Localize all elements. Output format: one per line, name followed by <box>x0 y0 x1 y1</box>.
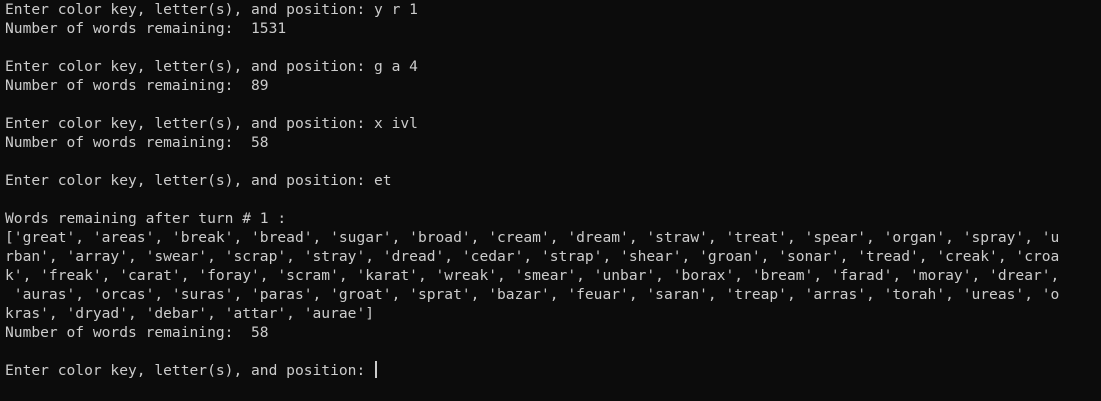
terminal-line: Enter color key, letter(s), and position… <box>5 58 418 75</box>
terminal-line: Number of words remaining: 58 <box>5 324 269 341</box>
terminal-line: 'auras', 'orcas', 'suras', 'paras', 'gro… <box>5 286 1060 303</box>
terminal-window[interactable]: Enter color key, letter(s), and position… <box>0 0 1101 401</box>
terminal-prompt: Enter color key, letter(s), and position… <box>5 362 375 379</box>
terminal-line: ['great', 'areas', 'break', 'bread', 'su… <box>5 229 1060 246</box>
terminal-line: k', 'freak', 'carat', 'foray', 'scram', … <box>5 267 1060 284</box>
terminal-line: Enter color key, letter(s), and position… <box>5 1 418 18</box>
terminal-line: kras', 'dryad', 'debar', 'attar', 'aurae… <box>5 305 375 322</box>
terminal-line: Enter color key, letter(s), and position… <box>5 172 392 189</box>
terminal-line: Number of words remaining: 58 <box>5 134 269 151</box>
terminal-line: rban', 'array', 'swear', 'scrap', 'stray… <box>5 248 1060 265</box>
terminal-input-line[interactable]: Enter color key, letter(s), and position… <box>5 361 1101 380</box>
terminal-line: Number of words remaining: 89 <box>5 77 269 94</box>
terminal-line: Enter color key, letter(s), and position… <box>5 115 418 132</box>
terminal-line: Number of words remaining: 1531 <box>5 20 287 37</box>
text-cursor[interactable] <box>375 361 378 378</box>
terminal-line: Words remaining after turn # 1 : <box>5 210 287 227</box>
